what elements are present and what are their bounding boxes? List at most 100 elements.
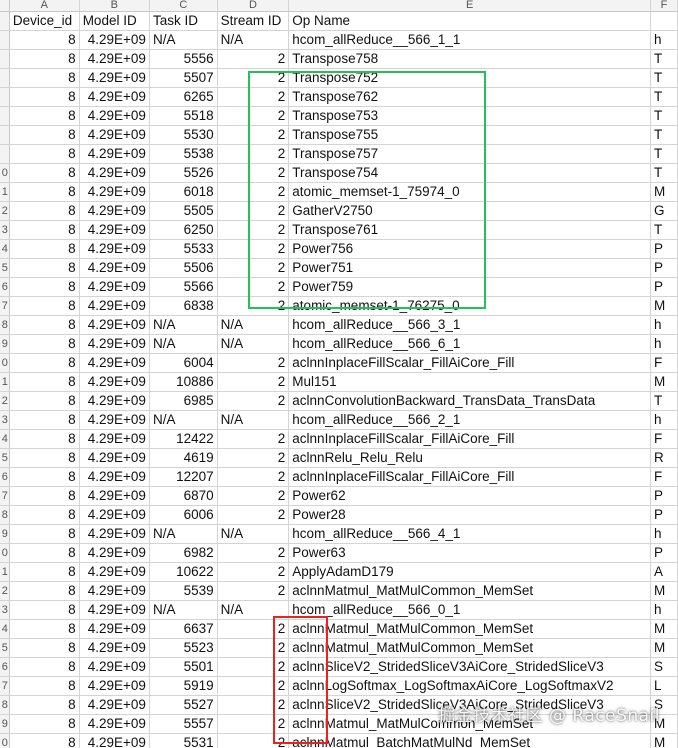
table-cell[interactable]: atomic_memset-1_75974_0 xyxy=(288,182,651,202)
table-cell[interactable]: 6985 xyxy=(149,391,218,411)
table-cell[interactable]: 8 xyxy=(9,296,80,316)
row-number[interactable]: 1 xyxy=(0,372,10,392)
table-cell[interactable]: 8 xyxy=(9,714,80,734)
table-cell[interactable]: P xyxy=(650,239,678,259)
table-cell[interactable]: 4.29E+09 xyxy=(79,277,150,297)
table-cell[interactable]: Power28 xyxy=(288,505,651,525)
header-cell[interactable] xyxy=(650,11,678,31)
table-cell[interactable]: 8 xyxy=(9,201,80,221)
table-cell[interactable]: 6870 xyxy=(149,486,218,506)
table-cell[interactable]: 6004 xyxy=(149,353,218,373)
row-number[interactable]: 5 xyxy=(0,258,10,278)
table-cell[interactable]: Transpose762 xyxy=(288,87,651,107)
row-number[interactable]: 0 xyxy=(0,353,10,373)
table-cell[interactable]: 5557 xyxy=(149,714,218,734)
table-cell[interactable]: 2 xyxy=(217,486,290,506)
table-cell[interactable]: R xyxy=(650,448,678,468)
table-cell[interactable]: P xyxy=(650,505,678,525)
table-cell[interactable]: 4.29E+09 xyxy=(79,315,150,335)
table-cell[interactable]: 4.29E+09 xyxy=(79,562,150,582)
row-number[interactable]: 8 xyxy=(0,315,10,335)
table-cell[interactable]: N/A xyxy=(149,524,218,544)
row-number[interactable] xyxy=(0,144,10,164)
table-cell[interactable]: M xyxy=(650,182,678,202)
table-cell[interactable]: hcom_allReduce__566_0_1 xyxy=(288,600,651,620)
table-cell[interactable]: 2 xyxy=(217,68,290,88)
table-cell[interactable]: 4.29E+09 xyxy=(79,163,150,183)
table-cell[interactable]: 6265 xyxy=(149,87,218,107)
table-cell[interactable]: 5526 xyxy=(149,163,218,183)
table-cell[interactable]: 2 xyxy=(217,87,290,107)
row-number[interactable]: 7 xyxy=(0,676,10,696)
table-cell[interactable]: 4.29E+09 xyxy=(79,543,150,563)
header-cell[interactable]: Model ID xyxy=(79,11,150,31)
table-cell[interactable]: aclnnMatmul_MatMulCommon_MemSet xyxy=(288,638,651,658)
table-cell[interactable]: N/A xyxy=(217,410,290,430)
table-cell[interactable]: P xyxy=(650,277,678,297)
table-cell[interactable]: 2 xyxy=(217,353,290,373)
table-cell[interactable]: 8 xyxy=(9,220,80,240)
table-cell[interactable]: 8 xyxy=(9,239,80,259)
column-letter-e[interactable]: E xyxy=(288,0,651,12)
table-cell[interactable]: 2 xyxy=(217,49,290,69)
table-cell[interactable]: h xyxy=(650,334,678,354)
table-cell[interactable]: aclnnSliceV2_StridedSliceV3AiCore_Stride… xyxy=(288,657,651,677)
table-cell[interactable]: 5531 xyxy=(149,733,218,748)
select-all-corner[interactable] xyxy=(0,0,10,12)
table-cell[interactable]: 8 xyxy=(9,258,80,278)
row-number[interactable]: 7 xyxy=(0,296,10,316)
table-cell[interactable]: M xyxy=(650,638,678,658)
row-number[interactable]: 0 xyxy=(0,543,10,563)
table-cell[interactable]: N/A xyxy=(217,334,290,354)
table-cell[interactable]: hcom_allReduce__566_1_1 xyxy=(288,30,651,50)
table-cell[interactable]: 4.29E+09 xyxy=(79,524,150,544)
table-cell[interactable]: Transpose752 xyxy=(288,68,651,88)
table-cell[interactable]: 4619 xyxy=(149,448,218,468)
table-cell[interactable]: 2 xyxy=(217,277,290,297)
table-cell[interactable]: 2 xyxy=(217,733,290,748)
table-cell[interactable]: 8 xyxy=(9,410,80,430)
row-number[interactable]: 8 xyxy=(0,505,10,525)
table-cell[interactable]: 4.29E+09 xyxy=(79,410,150,430)
table-cell[interactable]: L xyxy=(650,676,678,696)
table-cell[interactable]: 2 xyxy=(217,258,290,278)
table-cell[interactable]: 2 xyxy=(217,695,290,715)
header-cell[interactable]: Task ID xyxy=(149,11,218,31)
table-cell[interactable]: N/A xyxy=(217,524,290,544)
table-cell[interactable]: N/A xyxy=(149,600,218,620)
table-cell[interactable]: 8 xyxy=(9,524,80,544)
table-cell[interactable]: 8 xyxy=(9,30,80,50)
table-cell[interactable]: T xyxy=(650,220,678,240)
table-cell[interactable]: 2 xyxy=(217,296,290,316)
table-cell[interactable]: 8 xyxy=(9,600,80,620)
row-number[interactable] xyxy=(0,30,10,50)
row-number[interactable]: 7 xyxy=(0,486,10,506)
table-cell[interactable]: 8 xyxy=(9,106,80,126)
table-cell[interactable]: Power63 xyxy=(288,543,651,563)
table-cell[interactable]: atomic_memset-1_76275_0 xyxy=(288,296,651,316)
table-cell[interactable]: Mul151 xyxy=(288,372,651,392)
table-cell[interactable]: M xyxy=(650,581,678,601)
table-cell[interactable]: 4.29E+09 xyxy=(79,581,150,601)
row-number[interactable]: 2 xyxy=(0,581,10,601)
table-cell[interactable]: 5539 xyxy=(149,581,218,601)
row-number[interactable]: 2 xyxy=(0,391,10,411)
table-cell[interactable]: 5501 xyxy=(149,657,218,677)
table-cell[interactable]: 4.29E+09 xyxy=(79,619,150,639)
table-cell[interactable]: 5507 xyxy=(149,68,218,88)
table-cell[interactable]: 12422 xyxy=(149,429,218,449)
table-cell[interactable]: 4.29E+09 xyxy=(79,220,150,240)
table-cell[interactable]: 4.29E+09 xyxy=(79,106,150,126)
table-cell[interactable]: 6637 xyxy=(149,619,218,639)
table-cell[interactable]: 10886 xyxy=(149,372,218,392)
table-cell[interactable]: hcom_allReduce__566_2_1 xyxy=(288,410,651,430)
table-cell[interactable]: 4.29E+09 xyxy=(79,258,150,278)
table-cell[interactable]: T xyxy=(650,87,678,107)
table-cell[interactable]: F xyxy=(650,429,678,449)
table-cell[interactable]: 8 xyxy=(9,334,80,354)
table-cell[interactable]: 4.29E+09 xyxy=(79,733,150,748)
row-number[interactable]: 3 xyxy=(0,220,10,240)
table-cell[interactable]: 8 xyxy=(9,429,80,449)
table-cell[interactable]: T xyxy=(650,68,678,88)
table-cell[interactable]: aclnnInplaceFillScalar_FillAiCore_Fill xyxy=(288,467,651,487)
